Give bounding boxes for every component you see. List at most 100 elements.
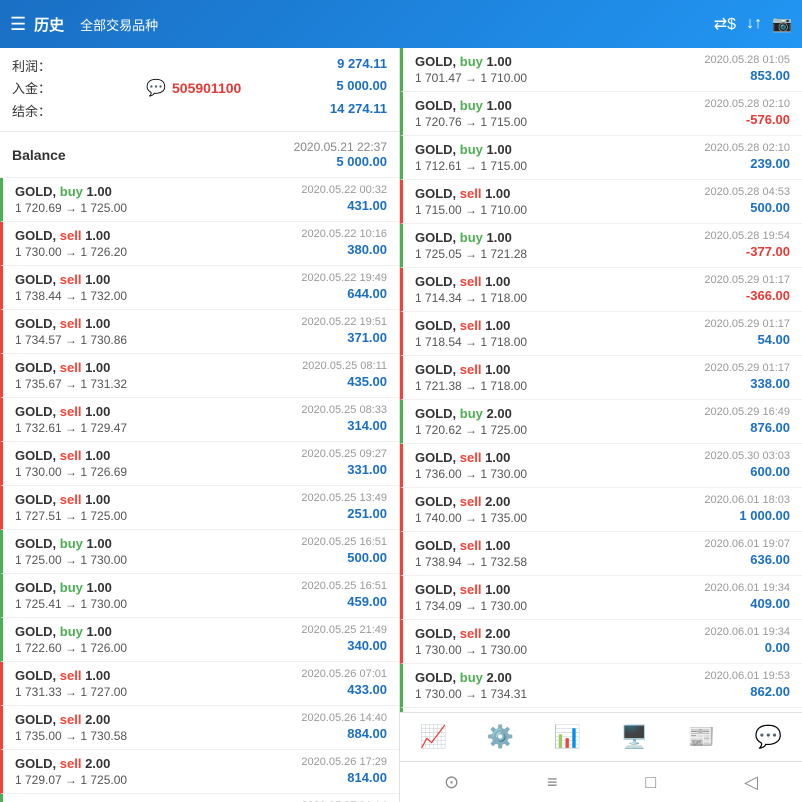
right-trade-item: GOLD, sell 2.00 1 730.00 → 1 730.00 2020… bbox=[400, 620, 802, 664]
trade-date: 2020.05.25 21:49 bbox=[277, 624, 387, 636]
trade-item: GOLD, buy 1.00 1 705.99 → 1 695.46 2020.… bbox=[0, 794, 399, 802]
trade-date: 2020.05.26 14:40 bbox=[277, 712, 387, 724]
trade-profit: 636.00 bbox=[680, 552, 790, 567]
currency-icon[interactable]: ⇄$ bbox=[714, 14, 736, 34]
trade-type: GOLD, buy 1.00 bbox=[15, 184, 277, 199]
sort-icon[interactable]: ↓↑ bbox=[746, 15, 762, 33]
chart-icon[interactable]: 📈 bbox=[408, 720, 459, 754]
header-subtitle: 全部交易品种 bbox=[80, 15, 706, 34]
trade-profit: -366.00 bbox=[680, 288, 790, 303]
trade-prices: 1 740.00 → 1 735.00 bbox=[415, 511, 680, 525]
deposit-value: 5 000.00 bbox=[336, 78, 387, 98]
trade-profit: 433.00 bbox=[277, 682, 387, 697]
trade-profit: 862.00 bbox=[680, 684, 790, 699]
trade-left: GOLD, buy 2.00 1 730.00 → 1 734.31 bbox=[415, 670, 680, 701]
header-title: 历史 bbox=[34, 14, 64, 35]
trade-type: GOLD, sell 2.00 bbox=[15, 756, 277, 771]
balance-item: Balance 2020.05.21 22:37 5 000.00 bbox=[0, 132, 399, 178]
trade-right: 2020.05.25 16:51 459.00 bbox=[277, 580, 387, 609]
trade-right: 2020.05.25 16:51 500.00 bbox=[277, 536, 387, 565]
trade-prices: 1 725.05 → 1 721.28 bbox=[415, 247, 680, 261]
left-trade-list[interactable]: Balance 2020.05.21 22:37 5 000.00 GOLD, … bbox=[0, 132, 399, 802]
trade-prices: 1 720.62 → 1 725.00 bbox=[415, 423, 680, 437]
trade-date: 2020.05.29 16:49 bbox=[680, 406, 790, 418]
trade-item: GOLD, sell 1.00 1 734.57 → 1 730.86 2020… bbox=[0, 310, 399, 354]
trade-profit: 600.00 bbox=[680, 464, 790, 479]
trade-prices: 1 731.33 → 1 727.00 bbox=[15, 685, 277, 699]
right-trade-item: GOLD, buy 2.00 1 730.00 → 1 734.31 2020.… bbox=[400, 664, 802, 708]
trade-item: GOLD, sell 2.00 1 729.07 → 1 725.00 2020… bbox=[0, 750, 399, 794]
trade-prices: 1 727.51 → 1 725.00 bbox=[15, 509, 277, 523]
menu-ctrl[interactable]: ≡ bbox=[547, 772, 558, 793]
trade-type: GOLD, sell 2.00 bbox=[15, 712, 277, 727]
right-trade-item: GOLD, buy 1.00 1 725.05 → 1 721.28 2020.… bbox=[400, 224, 802, 268]
trade-profit: 644.00 bbox=[277, 286, 387, 301]
trade-profit: -576.00 bbox=[680, 112, 790, 127]
right-trade-list[interactable]: GOLD, buy 1.00 1 701.47 → 1 710.00 2020.… bbox=[400, 48, 802, 712]
trade-type: GOLD, buy 1.00 bbox=[415, 142, 680, 157]
trade-right: 2020.05.22 00:32 431.00 bbox=[277, 184, 387, 213]
trade-prices: 1 725.00 → 1 730.00 bbox=[15, 553, 277, 567]
trade-prices: 1 718.54 → 1 718.00 bbox=[415, 335, 680, 349]
trade-type: GOLD, buy 1.00 bbox=[415, 98, 680, 113]
menu-icon[interactable]: ☰ bbox=[10, 14, 26, 35]
trade-profit: 239.00 bbox=[680, 156, 790, 171]
trade-profit: 409.00 bbox=[680, 596, 790, 611]
trade-left: GOLD, sell 1.00 1 715.00 → 1 710.00 bbox=[415, 186, 680, 217]
app-container: ☰ 历史 全部交易品种 ⇄$ ↓↑ 📷 利润： 9 274.11 入金： bbox=[0, 0, 802, 802]
trade-date: 2020.05.25 13:49 bbox=[277, 492, 387, 504]
trade-left: GOLD, sell 2.00 1 729.07 → 1 725.00 bbox=[15, 756, 277, 787]
trade-type: GOLD, sell 1.00 bbox=[15, 360, 277, 375]
trade-type: GOLD, sell 1.00 bbox=[15, 316, 277, 331]
trade-date: 2020.05.29 01:17 bbox=[680, 318, 790, 330]
trade-left: GOLD, sell 1.00 1 735.67 → 1 731.32 bbox=[15, 360, 277, 391]
trade-prices: 1 738.44 → 1 732.00 bbox=[15, 289, 277, 303]
trade-prices: 1 722.60 → 1 726.00 bbox=[15, 641, 277, 655]
trade-prices: 1 712.61 → 1 715.00 bbox=[415, 159, 680, 173]
trade-item: GOLD, buy 1.00 1 722.60 → 1 726.00 2020.… bbox=[0, 618, 399, 662]
trade-profit: 331.00 bbox=[277, 462, 387, 477]
camera-icon[interactable]: 📷 bbox=[772, 14, 792, 34]
trade-prices: 1 725.41 → 1 730.00 bbox=[15, 597, 277, 611]
main-content: 利润： 9 274.11 入金： 💬 505901100 5 000.00 结余… bbox=[0, 48, 802, 802]
trade-type: GOLD, sell 1.00 bbox=[15, 492, 277, 507]
trade-profit: 251.00 bbox=[277, 506, 387, 521]
analytics-icon[interactable]: 📊 bbox=[542, 720, 593, 754]
trade-item: GOLD, sell 1.00 1 727.51 → 1 725.00 2020… bbox=[0, 486, 399, 530]
trade-date: 2020.05.30 03:03 bbox=[680, 450, 790, 462]
trade-profit: 876.00 bbox=[680, 420, 790, 435]
back-ctrl[interactable]: ◁ bbox=[744, 772, 758, 793]
trade-type: GOLD, buy 1.00 bbox=[15, 624, 277, 639]
home-ctrl[interactable]: ⊙ bbox=[444, 772, 459, 793]
trade-left: GOLD, buy 1.00 1 725.41 → 1 730.00 bbox=[15, 580, 277, 611]
right-trade-item: GOLD, sell 1.00 1 738.94 → 1 732.58 2020… bbox=[400, 532, 802, 576]
trade-right: 2020.05.28 04:53 500.00 bbox=[680, 186, 790, 215]
trade-left: GOLD, sell 2.00 1 735.00 → 1 730.58 bbox=[15, 712, 277, 743]
right-trade-item: GOLD, sell 1.00 1 718.54 → 1 718.00 2020… bbox=[400, 312, 802, 356]
news-icon[interactable]: 📰 bbox=[676, 720, 727, 754]
chat-icon[interactable]: 💬 bbox=[743, 720, 794, 754]
trade-right: 2020.05.25 08:11 435.00 bbox=[277, 360, 387, 389]
trade-right: 2020.05.25 21:49 340.00 bbox=[277, 624, 387, 653]
square-ctrl[interactable]: □ bbox=[645, 772, 656, 793]
balance-item-label: Balance bbox=[12, 147, 66, 163]
settings-icon[interactable]: ⚙️ bbox=[475, 720, 526, 754]
trade-profit: -377.00 bbox=[680, 244, 790, 259]
trade-date: 2020.05.28 02:10 bbox=[680, 98, 790, 110]
right-trade-item: GOLD, sell 1.00 1 715.00 → 1 710.00 2020… bbox=[400, 180, 802, 224]
right-trade-item: GOLD, sell 1.00 1 721.38 → 1 718.00 2020… bbox=[400, 356, 802, 400]
trade-profit: 340.00 bbox=[277, 638, 387, 653]
trade-prices: 1 720.76 → 1 715.00 bbox=[415, 115, 680, 129]
trade-prices: 1 714.34 → 1 718.00 bbox=[415, 291, 680, 305]
summary-area: 利润： 9 274.11 入金： 💬 505901100 5 000.00 结余… bbox=[0, 48, 399, 132]
trade-profit: 338.00 bbox=[680, 376, 790, 391]
trade-prices: 1 738.94 → 1 732.58 bbox=[415, 555, 680, 569]
balance-label: 结余： bbox=[12, 101, 51, 120]
right-trade-item: GOLD, sell 1.00 1 736.00 → 1 730.00 2020… bbox=[400, 444, 802, 488]
monitor-icon[interactable]: 🖥️ bbox=[609, 720, 660, 754]
trade-right: 2020.05.22 19:49 644.00 bbox=[277, 272, 387, 301]
trade-profit: 814.00 bbox=[277, 770, 387, 785]
bottom-nav-icons: 📈 ⚙️ 📊 🖥️ 📰 💬 bbox=[400, 713, 802, 762]
trade-type: GOLD, sell 1.00 bbox=[415, 538, 680, 553]
trade-right: 2020.06.01 19:34 0.00 bbox=[680, 626, 790, 655]
